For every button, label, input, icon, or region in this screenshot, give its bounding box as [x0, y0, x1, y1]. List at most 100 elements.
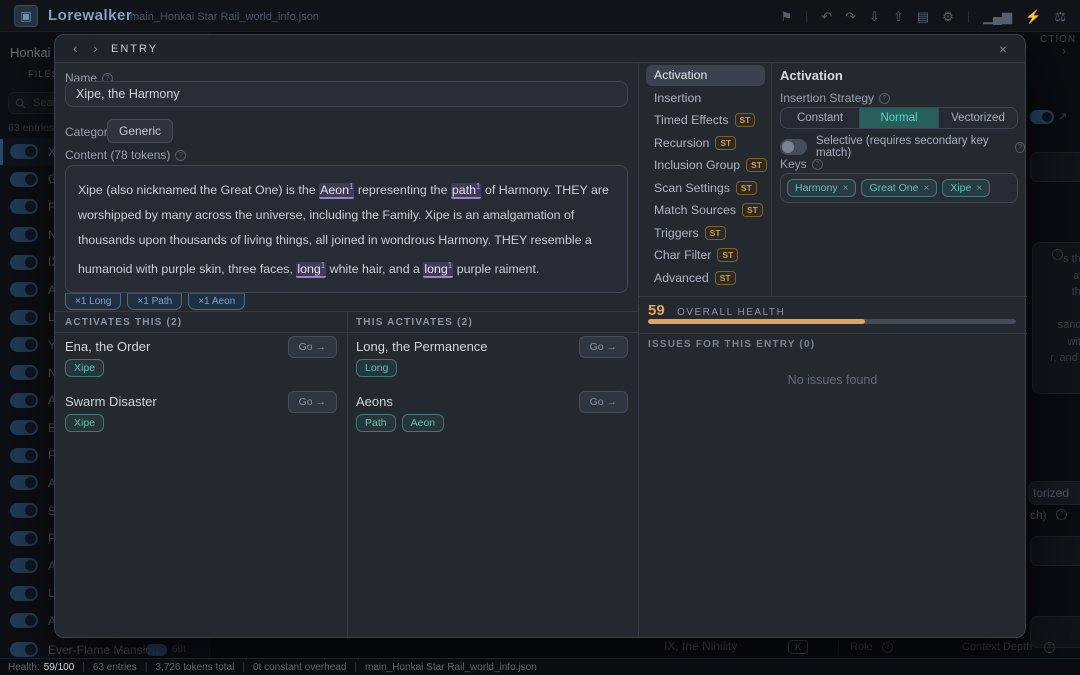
lorebook-icon[interactable]: ▤ — [917, 10, 929, 23]
status-item: main_Honkai Star Rail_world_info.json — [365, 662, 537, 673]
issues-header: ISSUES FOR THIS ENTRY (0) — [648, 339, 815, 350]
status-bar: Health: 59/100 |63 entries|3,726 tokens … — [0, 658, 1080, 675]
remove-key-icon[interactable]: × — [923, 183, 929, 194]
token-chip[interactable]: ×1 Long — [65, 293, 121, 310]
nav-item-match-sources[interactable]: Match SourcesST — [646, 200, 765, 221]
remove-key-icon[interactable]: × — [976, 183, 982, 194]
category-chip[interactable]: Generic — [107, 119, 173, 143]
token-count-sup: 1 — [349, 182, 353, 191]
key-chip: Harmony × — [787, 179, 856, 197]
entry-tag: Aeon — [402, 414, 445, 432]
token-chip[interactable]: ×1 Path — [127, 293, 182, 310]
close-icon[interactable]: × — [999, 41, 1007, 57]
help-icon: ? — [175, 150, 186, 161]
nav-item-inclusion-group[interactable]: Inclusion Group ST — [646, 155, 765, 176]
token-chip[interactable]: ×1 Aeon — [188, 293, 245, 310]
forward-icon[interactable]: › — [93, 40, 98, 56]
strategy-option-constant[interactable]: Constant — [781, 108, 860, 128]
download-icon[interactable]: ⇩ — [869, 10, 880, 23]
nav-item-char-filter[interactable]: Char Filter ST — [646, 245, 765, 266]
st-badge: ST — [715, 271, 736, 285]
linked-entry-row: Long, the PermanenceGo →Long — [356, 339, 628, 377]
upload-icon[interactable]: ⇧ — [893, 10, 904, 23]
strategy-option-normal[interactable]: Normal — [860, 108, 939, 128]
go-button[interactable]: Go → — [579, 336, 628, 358]
help-icon: ? — [1015, 142, 1025, 153]
st-badge: ST — [735, 113, 756, 127]
nav-item-timed-effects[interactable]: Timed EffectsST — [646, 110, 765, 131]
nav-item-label: Scan Settings — [654, 181, 730, 195]
status-item: 63 entries — [93, 662, 137, 673]
modal-title: ENTRY — [111, 43, 158, 55]
health-score: 59 — [648, 302, 665, 319]
key-chip-label: Harmony — [795, 182, 838, 194]
nav-item-label: Advanced — [654, 271, 709, 285]
key-chip: Xipe × — [942, 179, 990, 197]
entry-tag: Long — [356, 359, 397, 377]
bookmark-icon[interactable]: ⚑ — [780, 10, 792, 23]
nav-item-recursion[interactable]: RecursionST — [646, 133, 765, 154]
strategy-option-vectorized[interactable]: Vectorized — [939, 108, 1017, 128]
nav-item-label: Triggers — [654, 226, 699, 240]
remove-key-icon[interactable]: × — [843, 183, 849, 194]
go-button[interactable]: Go → — [288, 336, 337, 358]
entry-tag: Xipe — [65, 359, 104, 377]
content-textarea[interactable]: Xipe (also nicknamed the Great One) is t… — [65, 165, 628, 293]
activates-this-header: ACTIVATES THIS (2) — [65, 317, 182, 328]
content-text: purple raiment. — [453, 262, 539, 276]
st-badge: ST — [746, 158, 767, 172]
go-button[interactable]: Go → — [288, 391, 337, 413]
content-text: representing the — [354, 183, 450, 197]
nav-item-activation[interactable]: Activation — [646, 65, 765, 86]
divider — [638, 333, 1027, 334]
entry-tags: Xipe — [65, 414, 337, 432]
highlighted-token: path1 — [451, 183, 482, 199]
entry-tags: Path Aeon — [356, 414, 628, 432]
stats-icon[interactable]: ▁▄▆ — [983, 10, 1012, 23]
name-field[interactable] — [65, 81, 628, 107]
column-divider — [347, 311, 348, 637]
status-separator: | — [242, 662, 245, 673]
nav-item-label: Inclusion Group — [654, 158, 740, 172]
selective-row: Selective (requires secondary key match)… — [780, 135, 1025, 159]
content-label: Content (78 tokens)? — [65, 148, 186, 162]
app-window: ▣ Lorewalker main_Honkai Star Rail_world… — [0, 0, 1080, 675]
nav-item-advanced[interactable]: Advanced ST — [646, 268, 765, 289]
nav-item-label: Match Sources — [654, 203, 736, 217]
status-separator: | — [82, 662, 85, 673]
strategy-segmented-control: ConstantNormalVectorized — [780, 107, 1018, 129]
linked-entry-row: Swarm DisasterGo →Xipe — [65, 394, 337, 432]
toolbar-divider: | — [967, 10, 970, 22]
st-badge: ST — [717, 248, 738, 262]
insertion-strategy-label: Insertion Strategy? — [780, 91, 890, 105]
status-item: 0t constant overhead — [253, 662, 346, 673]
activation-heading: Activation — [780, 68, 843, 83]
linked-entry-row: AeonsGo →PathAeon — [356, 394, 628, 432]
selective-toggle[interactable] — [780, 139, 807, 155]
token-count-sup: 1 — [321, 261, 325, 270]
nav-item-scan-settings[interactable]: Scan SettingsST — [646, 178, 765, 199]
nav-item-triggers[interactable]: TriggersST — [646, 223, 765, 244]
entry-tag: Xipe — [65, 414, 104, 432]
help-icon: ? — [879, 93, 890, 104]
key-chip-label: Great One — [869, 182, 918, 194]
open-file-label: main_Honkai Star Rail_world_info.json — [130, 11, 319, 23]
back-icon[interactable]: ‹ — [73, 40, 78, 56]
help-icon: ? — [812, 159, 823, 170]
token-count-sup: 1 — [448, 261, 452, 270]
highlighted-token: long1 — [423, 262, 453, 278]
key-chip-label: Xipe — [950, 182, 971, 194]
redo-icon[interactable]: ↷ — [845, 10, 856, 23]
go-button[interactable]: Go → — [579, 391, 628, 413]
automation-icon[interactable]: ⚡ — [1025, 10, 1041, 23]
keys-label: Keys? — [780, 157, 823, 171]
nav-item-label: Char Filter — [654, 248, 711, 262]
keys-input[interactable]: Harmony × Great One × Xipe × — [780, 173, 1018, 203]
nav-item-insertion[interactable]: Insertion — [646, 88, 765, 109]
st-badge: ST — [715, 136, 736, 150]
settings-gear-icon[interactable]: ⚙ — [942, 10, 954, 23]
key-chip: Great One × — [861, 179, 937, 197]
balance-icon[interactable]: ⚖ — [1054, 10, 1066, 23]
undo-icon[interactable]: ↶ — [821, 10, 832, 23]
entry-tag: Path — [356, 414, 396, 432]
